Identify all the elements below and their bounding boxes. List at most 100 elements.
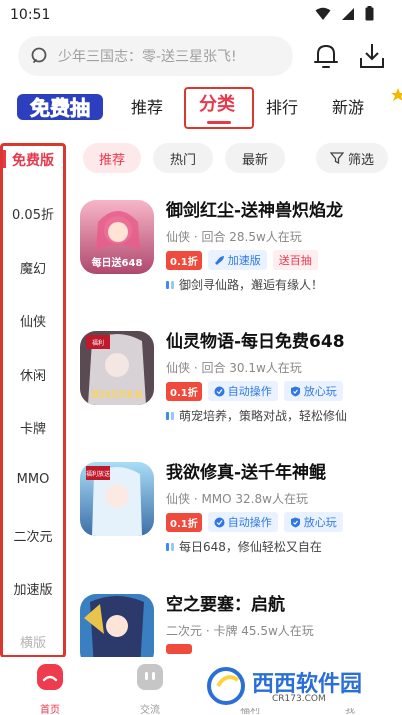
discount-badge: 0.1折: [166, 250, 202, 270]
tab-category[interactable]: 分类: [199, 90, 235, 116]
svg-text:福利: 福利: [92, 339, 104, 347]
sidebar-item-xianxia[interactable]: 仙侠: [3, 311, 63, 330]
filter-button-label: 筛选: [347, 152, 374, 168]
download-icon[interactable]: [356, 40, 388, 72]
search-placeholder: 少年三国志：零-送三星张飞!: [58, 49, 237, 65]
game-description-text: 每日648，修仙轻松又自在: [179, 540, 322, 554]
feature-tag-label: 自动操作: [227, 516, 272, 529]
svg-text:免费抽: 免费抽: [30, 96, 90, 120]
tab-new-games[interactable]: 新游: [332, 94, 364, 118]
game-description: 萌宠培养，策略对战，轻松修仙: [166, 407, 347, 424]
feature-tag-label: 加速版: [227, 254, 261, 267]
filter-chip-label: 推荐: [98, 152, 125, 168]
tab-ranking[interactable]: 排行: [266, 94, 298, 118]
sidebar-item-anime[interactable]: 二次元: [3, 526, 63, 545]
bottom-tab-home[interactable]: 首页: [20, 663, 80, 715]
sidebar-item-fantasy[interactable]: 魔幻: [3, 258, 63, 277]
auto-icon: [214, 517, 225, 527]
quote-icon: [166, 542, 174, 551]
search-input[interactable]: 少年三国志：零-送三星张飞!: [18, 36, 293, 76]
quote-icon: [166, 411, 174, 420]
free-draw-logo[interactable]: 免费抽: [15, 90, 105, 124]
sidebar-item-casual[interactable]: 休闲: [3, 365, 63, 384]
category-sidebar: 免费版 0.05折 魔幻 仙侠 休闲 卡牌 MMO 二次元 加速版 横版: [0, 143, 66, 658]
game-tags: 0.1折 自动操作 放心玩: [166, 512, 343, 532]
feature-tag-label: 放心玩: [303, 385, 337, 398]
game-title: 空之要塞：启航: [166, 595, 285, 615]
status-bar: 10:51: [0, 0, 402, 30]
game-description-text: 御剑寻仙路，邂逅有缘人！: [179, 278, 324, 292]
sidebar-item-free[interactable]: 免费版: [3, 150, 63, 170]
filter-icon: [329, 152, 344, 165]
game-meta: 二次元 · 卡牌 45.5w人在玩: [166, 624, 314, 638]
feature-tag: 放心玩: [283, 512, 343, 532]
game-icon: 福利 送10万元礼包: [80, 331, 154, 405]
feature-tag: 送百抽: [272, 250, 318, 270]
watermark-logo-icon: [207, 667, 245, 705]
game-tags: 0.1折 自动操作 放心玩: [166, 381, 343, 401]
sidebar-item-sidescroll[interactable]: 横版: [3, 632, 63, 651]
watermark-subtext: CR173.COM: [272, 694, 326, 704]
feature-tag: 加速版: [207, 250, 267, 270]
home-icon: [37, 664, 63, 690]
battery-icon: [365, 6, 374, 21]
game-icon-badge: 送10万元礼包: [90, 389, 142, 399]
signal-icon: [342, 7, 354, 20]
game-icon: [80, 594, 154, 658]
feature-tag-label: 自动操作: [227, 385, 272, 398]
game-description: 御剑寻仙路，邂逅有缘人！: [166, 276, 323, 293]
chat-icon: [137, 664, 163, 690]
wifi-icon: [315, 7, 331, 20]
feature-tag-label: 送百抽: [278, 254, 312, 267]
game-title: 仙灵物语-每日免费648: [166, 332, 345, 352]
feature-tag: 放心玩: [283, 381, 343, 401]
game-title: 御剑红尘-送神兽炽焰龙: [166, 201, 344, 221]
game-list-item[interactable]: 福利放送 我欲修真-送千年神鲲 仙侠 · MMO 32.8w人在玩 0.1折 自…: [80, 462, 400, 572]
discount-badge: 0.1折: [166, 381, 202, 401]
game-tags: [166, 644, 192, 654]
sidebar-item-mmo[interactable]: MMO: [3, 472, 63, 487]
auto-icon: [214, 386, 225, 396]
sidebar-item-card[interactable]: 卡牌: [3, 418, 63, 437]
search-row: 少年三国志：零-送三星张飞!: [18, 36, 390, 76]
discount-badge: [166, 644, 192, 654]
watermark: 西西软件园 CR173.COM: [200, 664, 384, 708]
game-description-text: 萌宠培养，策略对战，轻松修仙: [179, 409, 348, 423]
filter-button[interactable]: 筛选: [316, 143, 388, 173]
status-icons: [315, 6, 374, 21]
top-nav: 免费抽 推荐 分类 排行 新游: [0, 84, 402, 130]
filter-chip-hot[interactable]: 热门: [153, 143, 213, 173]
game-meta: 仙侠 · 回合 30.1w人在玩: [166, 361, 302, 375]
bottom-tab-label: 交流: [140, 705, 160, 715]
game-meta: 仙侠 · 回合 28.5w人在玩: [166, 230, 302, 244]
tab-recommend[interactable]: 推荐: [131, 94, 163, 118]
bottom-tab-community[interactable]: 交流: [120, 663, 180, 715]
game-description: 每日648，修仙轻松又自在: [166, 538, 322, 555]
filter-chip-label: 最新: [241, 152, 268, 168]
game-list-item[interactable]: 空之要塞：启航 二次元 · 卡牌 45.5w人在玩: [80, 594, 400, 658]
game-icon-badge: 每日送648: [92, 256, 143, 269]
sidebar-item-discount[interactable]: 0.05折: [3, 204, 63, 223]
bell-icon[interactable]: [310, 40, 342, 72]
game-icon: 福利放送: [80, 462, 154, 536]
game-list-item[interactable]: 福利 送10万元礼包 仙灵物语-每日免费648 仙侠 · 回合 30.1w人在玩…: [80, 331, 400, 441]
feature-tag: 自动操作: [207, 381, 278, 401]
filter-chip-label: 热门: [169, 152, 196, 168]
active-tab-underline: [207, 121, 231, 124]
game-list-item[interactable]: 每日送648 御剑红尘-送神兽炽焰龙 仙侠 · 回合 28.5w人在玩 0.1折…: [80, 200, 400, 310]
feature-tag: 自动操作: [207, 512, 278, 532]
game-icon: 每日送648: [80, 200, 154, 274]
discount-badge: 0.1折: [166, 512, 202, 532]
star-icon: [391, 88, 402, 101]
filter-chip-recommend[interactable]: 推荐: [83, 143, 141, 173]
sidebar-item-speedup[interactable]: 加速版: [3, 579, 63, 598]
game-tags: 0.1折 加速版 送百抽: [166, 250, 318, 270]
game-title: 我欲修真-送千年神鲲: [166, 463, 327, 483]
game-icon-badge: 福利放送: [86, 470, 110, 478]
filter-chip-latest[interactable]: 最新: [225, 143, 285, 173]
shield-icon: [290, 517, 300, 527]
quote-icon: [166, 280, 174, 289]
search-icon: [31, 47, 47, 63]
rocket-icon: [214, 255, 224, 265]
shield-icon: [290, 386, 300, 396]
